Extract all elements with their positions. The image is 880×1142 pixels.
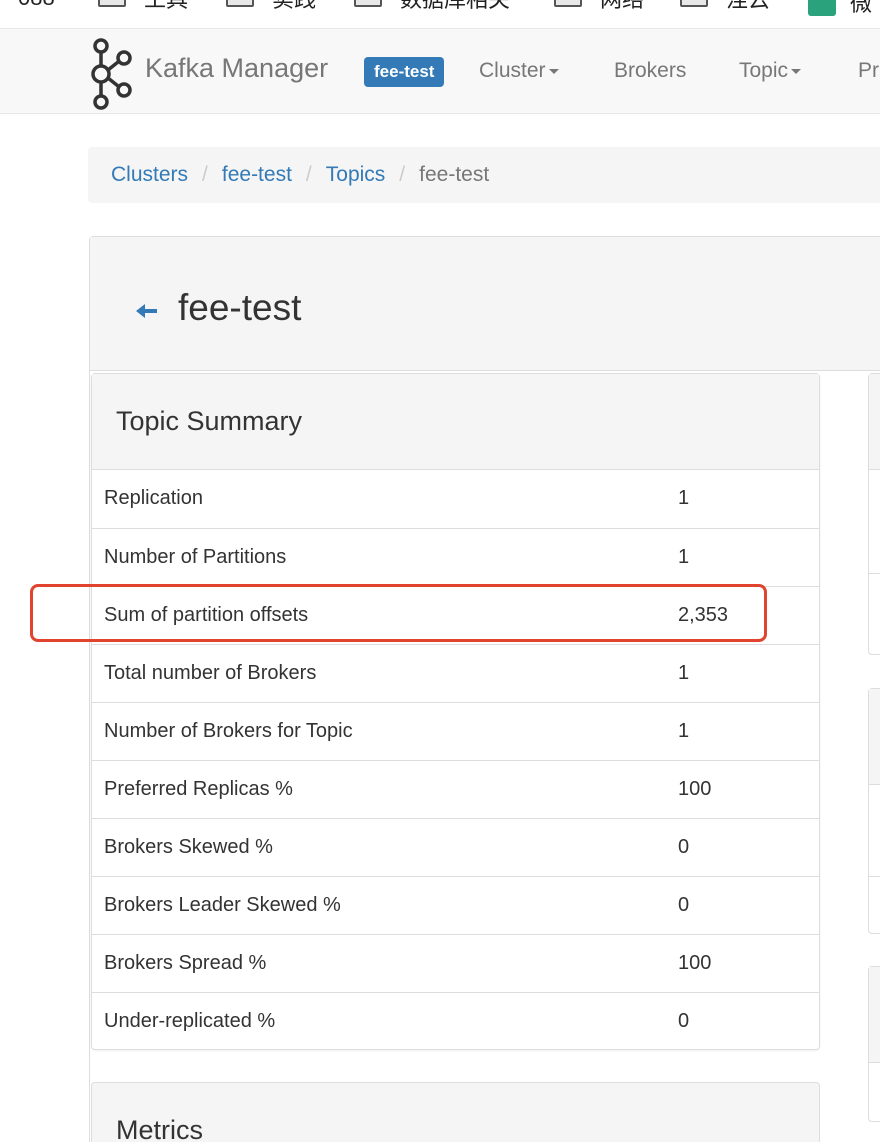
row-label: Brokers Spread % (92, 933, 678, 992)
folder-icon (354, 0, 382, 7)
breadcrumb: Clusters / fee-test / Topics / fee-test (88, 147, 880, 203)
nav-preferred-link[interactable]: Pr (858, 59, 879, 83)
side-panel (868, 688, 880, 934)
row-label: Number of Brokers for Topic (92, 701, 678, 760)
bookmarks-bar: 088 工具 实践 数据库相关 网络 洼云 微 (0, 0, 880, 28)
row-label: Brokers Skewed % (92, 817, 678, 876)
side-panel (868, 966, 880, 1122)
topic-panel-heading: fee-test (90, 237, 880, 371)
bookmark-label: 实践 (272, 0, 316, 14)
row-value: 0 (678, 875, 819, 934)
caret-down-icon (548, 68, 559, 74)
table-row: Number of Partitions 1 (92, 527, 819, 586)
nav-topic-dropdown[interactable]: Topic (739, 59, 802, 83)
side-panel-heading (869, 967, 880, 1063)
row-label: Replication (104, 487, 203, 510)
bookmark-label: 088 (18, 0, 55, 11)
metrics-panel: Metrics (91, 1082, 820, 1142)
nav-cluster-label: Cluster (479, 59, 546, 82)
side-panel-heading (869, 374, 880, 470)
topic-summary-panel: Topic Summary Replication 1 Number of Pa… (91, 373, 820, 1050)
side-panel-heading (869, 689, 880, 785)
side-panel (868, 373, 880, 655)
table-row: Preferred Replicas % 100 (92, 759, 819, 818)
row-value: 100 (678, 759, 819, 818)
folder-icon (226, 0, 254, 7)
table-row: Replication 1 (92, 470, 819, 528)
back-arrow-icon[interactable] (134, 301, 160, 321)
row-label: Number of Partitions (92, 527, 678, 586)
cluster-badge[interactable]: fee-test (364, 57, 445, 87)
kafka-logo-icon[interactable] (88, 35, 138, 113)
row-label: Total number of Brokers (92, 643, 678, 702)
green-bookmark-icon (808, 0, 836, 16)
page-title: fee-test (178, 287, 302, 328)
row-label: Under-replicated % (92, 991, 678, 1050)
folder-icon (680, 0, 708, 7)
caret-down-icon (791, 68, 802, 74)
breadcrumb-cluster-link[interactable]: fee-test (222, 163, 292, 187)
breadcrumb-separator: / (399, 163, 406, 186)
nav-topic-label: Topic (739, 59, 789, 82)
row-value: 1 (678, 487, 690, 510)
bookmark-item[interactable]: 微 (808, 0, 872, 16)
table-row: Total number of Brokers 1 (92, 643, 819, 702)
nav-brokers-link[interactable]: Brokers (614, 59, 686, 83)
nav-cluster-dropdown[interactable]: Cluster (479, 59, 559, 83)
row-value: 1 (678, 643, 819, 702)
bookmark-label: 微 (850, 0, 873, 16)
bookmark-label: 洼云 (726, 0, 770, 14)
bookmark-item[interactable]: 088 (18, 0, 55, 10)
table-row: Number of Brokers for Topic 1 (92, 701, 819, 760)
table-row: Brokers Spread % 100 (92, 933, 819, 992)
breadcrumb-clusters-link[interactable]: Clusters (111, 163, 188, 187)
topic-summary-table: Replication 1 Number of Partitions 1 Sum… (92, 470, 819, 1050)
breadcrumb-separator: / (305, 163, 312, 186)
row-value: 0 (678, 817, 819, 876)
bookmark-item[interactable]: 网络 (554, 0, 644, 12)
topic-summary-heading: Topic Summary (92, 374, 819, 470)
breadcrumb-current: fee-test (419, 163, 490, 186)
side-panel-row (869, 785, 880, 877)
folder-icon (554, 0, 582, 7)
brand-title[interactable]: Kafka Manager (145, 53, 328, 84)
bookmark-item[interactable]: 洼云 (680, 0, 770, 12)
table-row: Under-replicated % 0 (92, 991, 819, 1050)
side-panel-row (869, 470, 880, 574)
breadcrumb-separator: / (202, 163, 208, 186)
table-row: Brokers Skewed % 0 (92, 817, 819, 876)
row-label: Preferred Replicas % (92, 759, 678, 818)
bookmark-label: 网络 (600, 0, 644, 14)
row-value: 100 (678, 933, 819, 992)
row-value: 1 (678, 527, 819, 586)
bookmark-item[interactable]: 数据库相关 (354, 0, 510, 12)
navbar: Kafka Manager fee-test Cluster Brokers T… (0, 28, 880, 114)
bookmark-item[interactable]: 工具 (98, 0, 188, 12)
breadcrumb-topics-link[interactable]: Topics (326, 163, 386, 187)
row-value: 1 (678, 701, 819, 760)
metrics-heading: Metrics (116, 1115, 203, 1142)
row-value: 0 (678, 991, 819, 1050)
highlight-annotation (30, 584, 767, 642)
table-row: Brokers Leader Skewed % 0 (92, 875, 819, 934)
bookmark-item[interactable]: 实践 (226, 0, 316, 12)
row-label: Brokers Leader Skewed % (92, 875, 678, 934)
folder-icon (98, 0, 126, 7)
bookmark-label: 工具 (144, 0, 188, 14)
bookmark-label: 数据库相关 (400, 0, 510, 14)
